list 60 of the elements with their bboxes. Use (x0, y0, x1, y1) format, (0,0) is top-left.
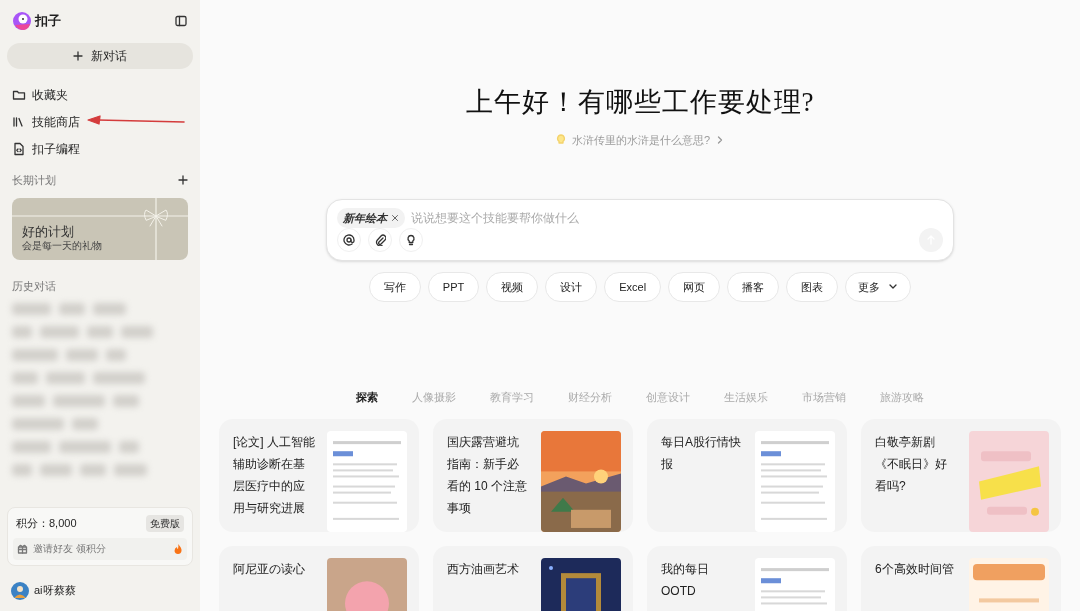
user-name: ai呀蔡蔡 (34, 583, 76, 599)
nav-item[interactable]: 技能商店 (7, 108, 193, 135)
skill-tag[interactable]: 新年绘本 (337, 208, 405, 228)
nav-item[interactable]: 扣子编程 (7, 135, 193, 162)
skill-tag-label: 新年绘本 (343, 210, 387, 226)
skill-card[interactable]: 西方油画艺术 (433, 545, 633, 611)
skill-card[interactable]: 国庆露营避坑指南：新手必看的 10 个注意事项 (433, 418, 633, 532)
bulb-icon (405, 234, 417, 246)
skill-card[interactable]: 每日A股行情快报 (647, 418, 847, 532)
plan-title: 好的计划 (22, 224, 75, 240)
avatar (11, 581, 29, 600)
attachment-icon (374, 234, 386, 246)
chevron-right-icon (716, 134, 725, 145)
quick-action-chip[interactable]: 图表 (786, 272, 839, 302)
quick-action-chip[interactable]: 网页 (668, 272, 721, 302)
skill-card[interactable]: 我的每日OOTD (647, 545, 847, 611)
quick-action-chip[interactable]: 设计 (545, 272, 598, 302)
quick-action-chip[interactable]: 播客 (727, 272, 780, 302)
card-title: 我的每日OOTD (661, 560, 710, 600)
prompt-input[interactable]: 说说想要这个技能要帮你做什么 (411, 209, 943, 227)
nav-item[interactable]: 收藏夹 (7, 81, 193, 108)
plan-card[interactable]: 好的计划 会是每一天的礼物 (12, 198, 188, 260)
quick-action-chip[interactable]: 写作 (368, 272, 421, 302)
greeting-heading: 上午好！有哪些工作要处理? (465, 86, 815, 119)
gift-icon (17, 543, 28, 554)
category-tab[interactable]: 探索 (356, 389, 378, 406)
bulb-icon (555, 133, 566, 146)
points-label: 积分：8,000 (16, 516, 77, 532)
skill-card[interactable]: [论文] 人工智能辅助诊断在基层医疗中的应用与研究进展 (219, 418, 419, 532)
quick-action-chip[interactable]: Excel (604, 272, 662, 302)
invite-link[interactable]: 邀请好友 领积分 (13, 537, 187, 560)
chevron-down-icon (888, 283, 899, 291)
card-title: 6个高效时间管 (875, 560, 955, 578)
skill-card[interactable]: 白敬亭新剧《不眠日》好看吗? (861, 418, 1061, 532)
sidebar-toggle-icon[interactable] (174, 14, 188, 28)
code-icon (12, 141, 26, 156)
plus-icon (73, 51, 83, 61)
card-title: 白敬亭新剧《不眠日》好看吗? (875, 433, 948, 495)
skill-card[interactable]: 6个高效时间管 (861, 545, 1061, 611)
card-title: 国庆露营避坑指南：新手必看的 10 个注意事项 (447, 433, 528, 517)
skill-card[interactable]: 阿尼亚の读心 (219, 545, 419, 611)
fire-icon (173, 542, 183, 555)
section-title: 历史对话 (11, 279, 57, 294)
card-title: [论文] 人工智能辅助诊断在基层医疗中的应用与研究进展 (233, 433, 315, 517)
section-title: 长期计划 (12, 172, 56, 188)
logo-icon (12, 11, 32, 31)
card-title: 西方油画艺术 (447, 560, 520, 578)
mention-icon (343, 234, 355, 246)
new-chat-button[interactable]: 新对话 (7, 43, 193, 69)
quick-action-chip[interactable]: PPT (427, 272, 480, 302)
add-icon[interactable] (178, 175, 188, 185)
close-icon[interactable] (391, 214, 399, 222)
card-title: 阿尼亚の读心 (233, 560, 306, 578)
app-name: 扣子 (35, 12, 61, 31)
plan-subtitle: 会是每一天的礼物 (22, 240, 103, 252)
card-title: 每日A股行情快报 (661, 433, 742, 473)
plan-badge: 免费版 (146, 515, 184, 532)
invite-text: 邀请好友 领积分 (33, 542, 107, 556)
quick-action-chip[interactable]: 视频 (486, 272, 539, 302)
more-button[interactable]: 更多 (845, 272, 912, 302)
